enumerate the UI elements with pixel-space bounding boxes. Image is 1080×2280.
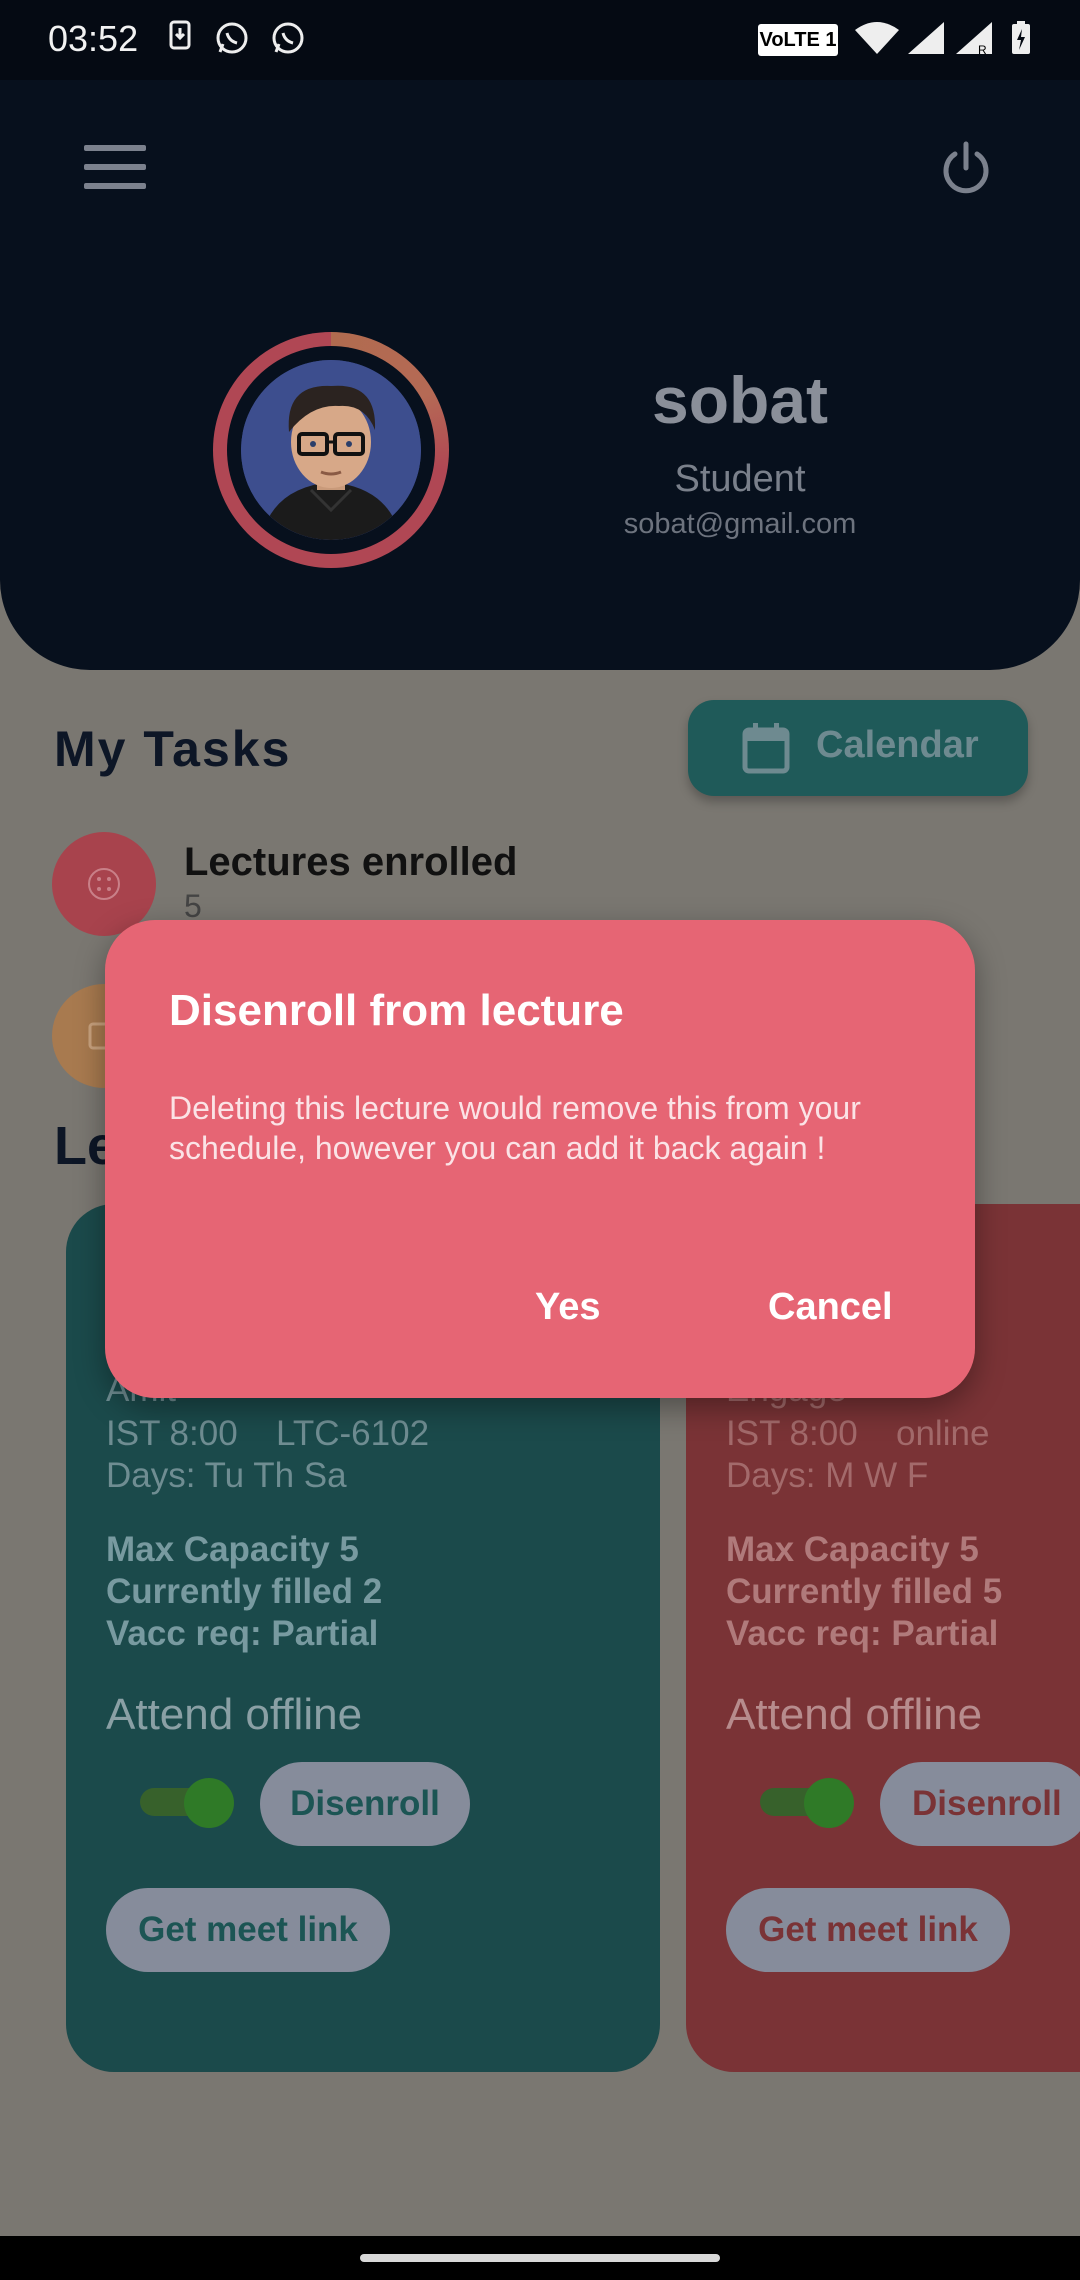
signal-icon [906,20,946,56]
get-meet-link-button[interactable]: Get meet link [726,1888,1010,1972]
signal-roaming-icon: R [954,20,994,57]
disenroll-button[interactable]: Disenroll [260,1762,470,1846]
attend-offline-label: Attend offline [726,1690,983,1739]
vacc-req: Vacc req: Partial [726,1614,999,1653]
lecture-time: IST 8:00 [726,1414,858,1453]
attend-offline-label: Attend offline [106,1690,363,1739]
status-bar: 03:52 VoLTE 1 R [0,0,1080,80]
wifi-icon [852,20,902,56]
lecture-time: IST 8:00 [106,1414,238,1453]
lecture-location: LTC-6102 [276,1414,430,1453]
svg-text:R: R [978,43,987,56]
calendar-label: Calendar [816,724,979,766]
calendar-icon [742,722,790,774]
power-icon[interactable] [938,140,994,196]
vacc-req: Vacc req: Partial [106,1614,379,1653]
lecture-location: online [896,1414,990,1453]
status-time: 03:52 [48,18,139,59]
navigation-bar [0,2236,1080,2280]
user-email: sobat@gmail.com [623,508,857,540]
attend-offline-toggle[interactable] [140,1778,234,1828]
disenroll-button[interactable]: Disenroll [880,1762,1080,1846]
user-role: Student [674,458,806,500]
dialog-title: Disenroll from lecture [169,986,624,1035]
whatsapp-icon [214,20,250,56]
yes-button[interactable]: Yes [535,1286,601,1329]
attend-offline-toggle[interactable] [760,1778,854,1828]
max-capacity: Max Capacity 5 [726,1530,979,1569]
calendar-button[interactable]: Calendar [688,700,1028,796]
my-tasks-title: My Tasks [54,721,292,777]
download-icon [162,20,198,56]
currently-filled: Currently filled 2 [106,1572,383,1611]
lectures-enrolled-icon [52,832,156,936]
lecture-days: Days: Tu Th Sa [106,1456,347,1495]
disenroll-dialog: Disenroll from lecture Deleting this lec… [105,920,975,1398]
user-name: sobat [651,363,829,437]
avatar [213,332,449,568]
battery-charging-icon [1006,20,1036,56]
get-meet-link-button[interactable]: Get meet link [106,1888,390,1972]
whatsapp-icon [270,20,306,56]
hamburger-menu-icon[interactable] [84,145,146,191]
lecture-days: Days: M W F [726,1456,929,1495]
cancel-button[interactable]: Cancel [768,1286,893,1329]
volte-badge: VoLTE 1 [758,24,838,56]
lectures-enrolled-label: Lectures enrolled [184,840,518,884]
currently-filled: Currently filled 5 [726,1572,1003,1611]
max-capacity: Max Capacity 5 [106,1530,359,1569]
dialog-message: Deleting this lecture would remove this … [169,1090,861,1166]
home-gesture-handle[interactable] [360,2254,720,2262]
